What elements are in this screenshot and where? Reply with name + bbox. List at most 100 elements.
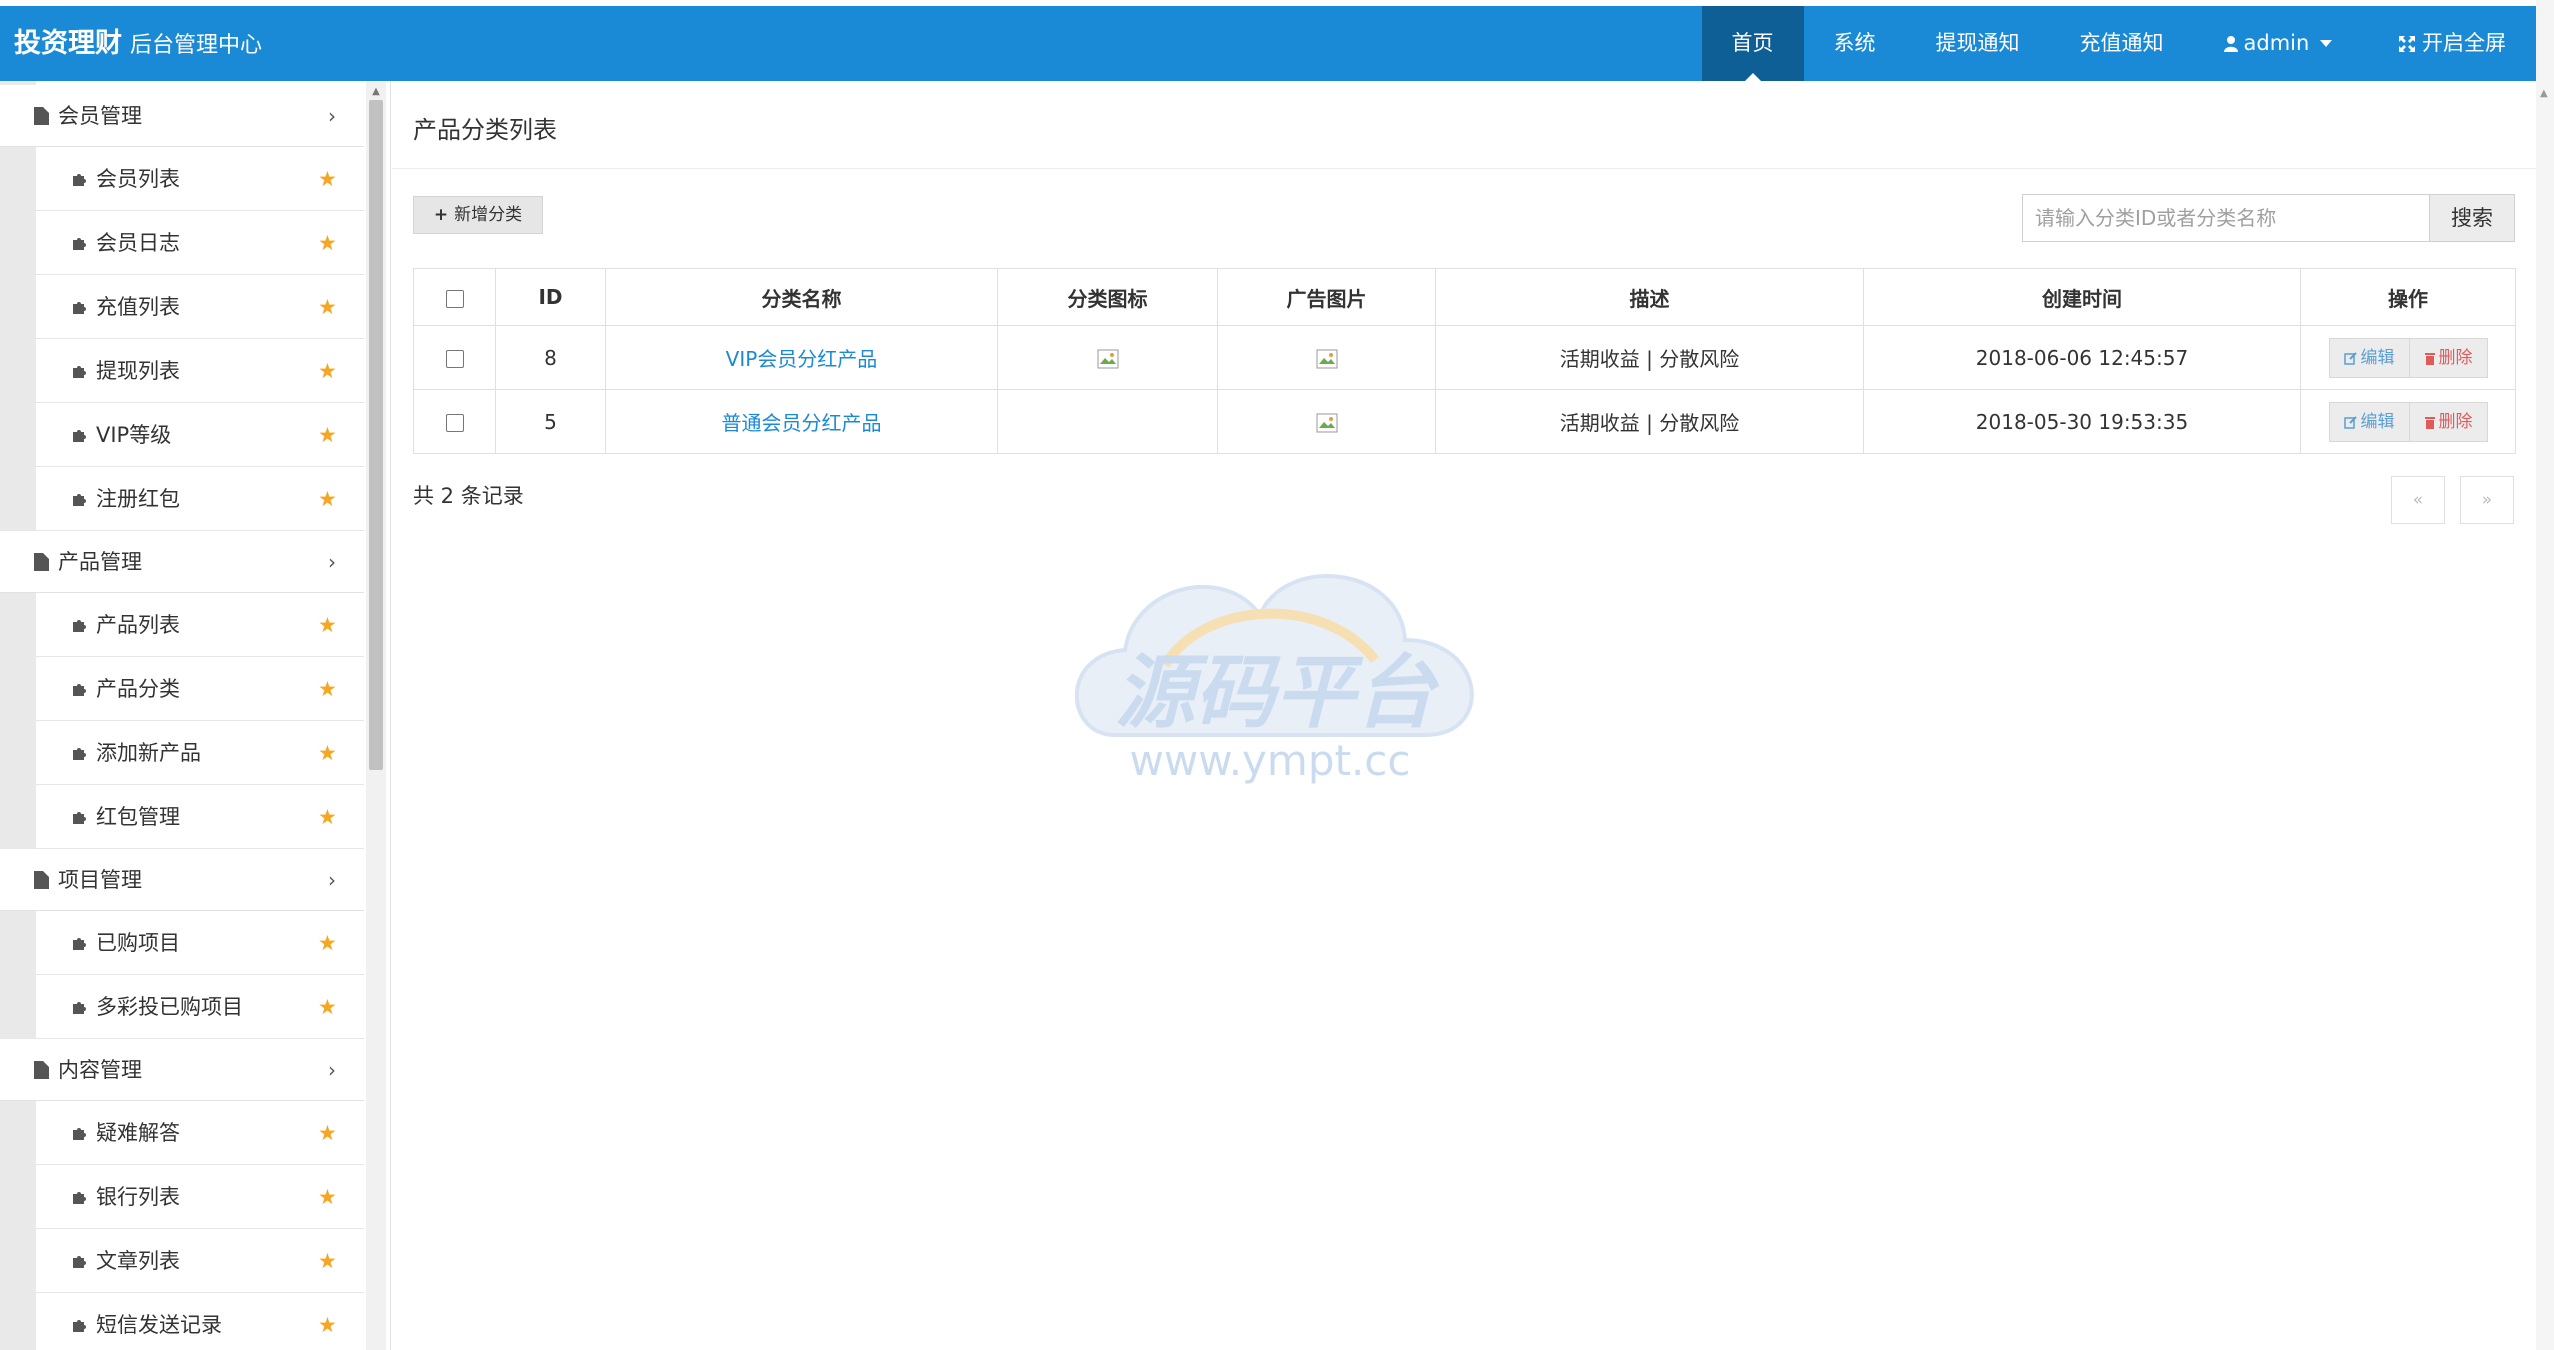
prev-page-button[interactable]: « xyxy=(2391,476,2445,524)
column-header: 操作 xyxy=(2300,268,2516,326)
caret-down-icon xyxy=(2320,40,2332,47)
column-header[interactable]: 分类图标 xyxy=(997,268,1218,326)
sidebar-item-label: 文章列表 xyxy=(96,1249,180,1273)
category-name-link[interactable]: VIP会员分红产品 xyxy=(726,347,878,371)
puzzle-icon xyxy=(73,494,86,506)
sidebar-scroll-thumb[interactable] xyxy=(369,100,383,770)
puzzle-icon xyxy=(73,812,86,824)
sidebar-item-label: 银行列表 xyxy=(96,1185,180,1209)
select-all-checkbox[interactable] xyxy=(445,289,464,308)
nav-home[interactable]: 首页 xyxy=(1701,6,1804,81)
puzzle-icon xyxy=(73,238,86,250)
sidebar-item-label: 疑难解答 xyxy=(96,1121,180,1145)
nav-system[interactable]: 系统 xyxy=(1804,6,1906,81)
fullscreen-button[interactable]: 开启全屏 xyxy=(2368,6,2536,81)
puzzle-icon xyxy=(73,174,86,186)
record-count: 共 2 条记录 xyxy=(413,484,524,508)
sidebar-group-projects[interactable]: 项目管理 › xyxy=(0,849,364,911)
nav-withdraw-notice[interactable]: 提现通知 xyxy=(1906,6,2050,81)
star-icon: ★ xyxy=(318,359,337,383)
search-button[interactable]: 搜索 xyxy=(2429,194,2515,242)
star-icon: ★ xyxy=(318,487,337,511)
sidebar-item-article-list[interactable]: 文章列表 ★ xyxy=(36,1229,364,1293)
sidebar: 会员管理 › 会员列表 ★ 会员日志 ★ 充值列表 ★ 提现列表 ★ VIP等级 ★ 注册… xyxy=(0,81,364,1350)
sidebar-group-members[interactable]: 会员管理 › xyxy=(0,85,364,147)
next-page-button[interactable]: » xyxy=(2460,476,2514,524)
puzzle-icon xyxy=(73,1192,86,1204)
sidebar-item-register-bonus[interactable]: 注册红包 ★ xyxy=(36,467,364,531)
puzzle-icon xyxy=(73,938,86,950)
column-header[interactable]: 创建时间 xyxy=(1863,268,2301,326)
sidebar-item-label: 已购项目 xyxy=(96,931,180,955)
sidebar-group-content[interactable]: 内容管理 › xyxy=(0,1039,364,1101)
search-input[interactable] xyxy=(2022,194,2430,242)
user-icon xyxy=(2223,36,2238,52)
delete-button[interactable]: 删除 xyxy=(2409,337,2488,378)
star-icon: ★ xyxy=(318,1185,337,1209)
sidebar-item-red-packet[interactable]: 红包管理 ★ xyxy=(36,785,364,849)
sidebar-item-label: 添加新产品 xyxy=(96,741,201,765)
sidebar-item-product-list[interactable]: 产品列表 ★ xyxy=(36,593,364,657)
row-checkbox[interactable] xyxy=(445,414,464,432)
chevron-right-icon: › xyxy=(328,550,336,574)
puzzle-icon xyxy=(73,302,86,314)
row-checkbox[interactable] xyxy=(445,350,464,368)
category-name-link[interactable]: 普通会员分红产品 xyxy=(722,411,882,435)
puzzle-icon xyxy=(73,684,86,696)
column-header[interactable]: 广告图片 xyxy=(1217,268,1436,326)
puzzle-icon xyxy=(73,620,86,632)
add-category-button[interactable]: + 新增分类 xyxy=(413,196,543,234)
delete-button[interactable]: 删除 xyxy=(2409,401,2488,442)
star-icon: ★ xyxy=(318,805,337,829)
add-category-label: 新增分类 xyxy=(454,205,523,225)
sidebar-group-label: 会员管理 xyxy=(58,104,142,128)
plus-icon: + xyxy=(433,205,455,225)
puzzle-icon xyxy=(73,1256,86,1268)
watermark-url: www.ympt.cc xyxy=(1130,736,1411,785)
sidebar-item-add-product[interactable]: 添加新产品 ★ xyxy=(36,721,364,785)
edit-button[interactable]: 编辑 xyxy=(2328,401,2410,442)
file-icon xyxy=(34,553,49,571)
sidebar-item-purchased-projects[interactable]: 已购项目 ★ xyxy=(36,911,364,975)
sidebar-item-withdraw-list[interactable]: 提现列表 ★ xyxy=(36,339,364,403)
column-header[interactable]: 描述 xyxy=(1435,268,1864,326)
sidebar-item-dct-purchased[interactable]: 多彩投已购项目 ★ xyxy=(36,975,364,1039)
sidebar-item-label: 产品列表 xyxy=(96,613,180,637)
sidebar-item-faq[interactable]: 疑难解答 ★ xyxy=(36,1101,364,1165)
sidebar-item-product-category[interactable]: 产品分类 ★ xyxy=(36,657,364,721)
user-name: admin xyxy=(2243,31,2310,55)
sidebar-item-member-log[interactable]: 会员日志 ★ xyxy=(36,211,364,275)
cell-created: 2018-05-30 19:53:35 xyxy=(1863,389,2301,454)
chevron-right-icon: › xyxy=(328,868,336,892)
page-scroll-up-arrow[interactable]: ▲ xyxy=(2540,88,2548,99)
puzzle-icon xyxy=(73,748,86,760)
nav-recharge-notice[interactable]: 充值通知 xyxy=(2050,6,2194,81)
broken-image-icon xyxy=(1097,349,1118,369)
sidebar-item-member-list[interactable]: 会员列表 ★ xyxy=(36,147,364,211)
fullscreen-label: 开启全屏 xyxy=(2422,31,2506,55)
sidebar-item-vip-level[interactable]: VIP等级 ★ xyxy=(36,403,364,467)
sidebar-group-label: 项目管理 xyxy=(58,868,142,892)
brand[interactable]: 投资理财 后台管理中心 xyxy=(14,6,262,81)
user-menu[interactable]: admin xyxy=(2194,6,2369,81)
edit-icon xyxy=(2343,351,2357,365)
table-row: 5 普通会员分红产品 活期收益 | 分散风险 2018-05-30 19:53:… xyxy=(413,389,2516,454)
page-scrollbar[interactable] xyxy=(2536,0,2554,1350)
edit-button[interactable]: 编辑 xyxy=(2328,337,2410,378)
star-icon: ★ xyxy=(318,167,337,191)
star-icon: ★ xyxy=(318,995,337,1019)
sidebar-item-recharge-list[interactable]: 充值列表 ★ xyxy=(36,275,364,339)
column-header[interactable]: ID xyxy=(495,268,606,326)
star-icon: ★ xyxy=(318,1121,337,1145)
scroll-up-arrow[interactable]: ▲ xyxy=(369,86,383,98)
sidebar-item-sms-log[interactable]: 短信发送记录 ★ xyxy=(36,1293,364,1350)
sidebar-group-label: 内容管理 xyxy=(58,1058,142,1082)
brand-title: 投资理财 xyxy=(14,28,122,59)
puzzle-icon xyxy=(73,1320,86,1332)
chevron-right-icon: › xyxy=(328,104,336,128)
column-header[interactable]: 分类名称 xyxy=(605,268,998,326)
table-header-row: ID 分类名称 分类图标 广告图片 描述 创建时间 操作 xyxy=(413,268,2516,326)
sidebar-item-bank-list[interactable]: 银行列表 ★ xyxy=(36,1165,364,1229)
sidebar-group-products[interactable]: 产品管理 › xyxy=(0,531,364,593)
puzzle-icon xyxy=(73,1128,86,1140)
